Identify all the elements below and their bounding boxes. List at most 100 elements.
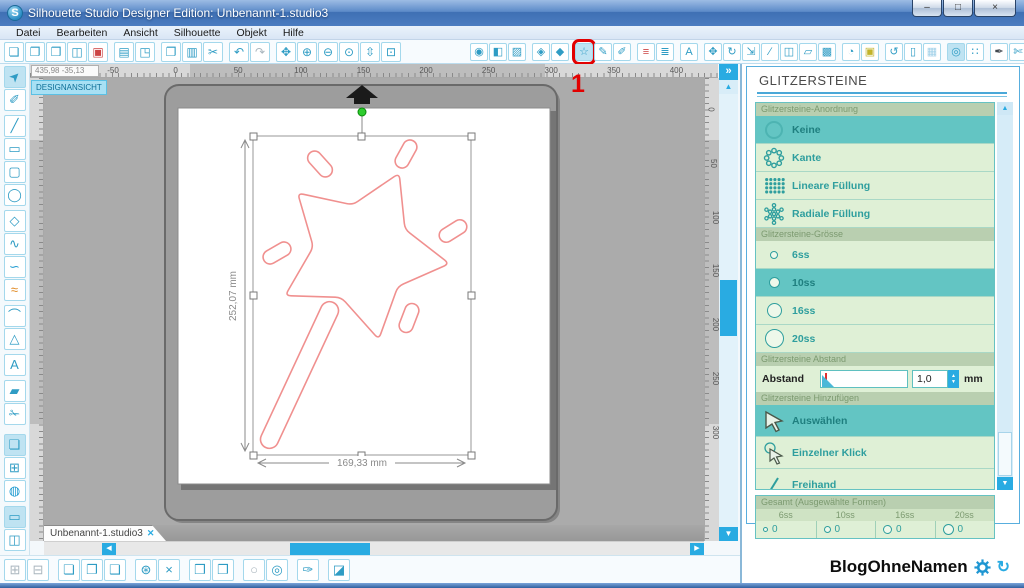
maximize-button[interactable]: □ — [943, 0, 973, 17]
line-color-button[interactable]: ≡ — [637, 43, 655, 61]
eyedropper-button[interactable]: ✑ — [297, 559, 319, 581]
arc-tool-button[interactable]: ⌒ — [4, 305, 26, 327]
slider-thumb-icon[interactable] — [822, 375, 834, 387]
fill-pattern-button[interactable]: ▨ — [508, 43, 526, 61]
arrangement-kante[interactable]: Kante — [756, 144, 994, 172]
polygon-tool-button[interactable]: ◇ — [4, 210, 26, 232]
transform-mirror-button[interactable]: ◫ — [780, 43, 798, 61]
spacing-stepper[interactable]: ▲ ▼ — [948, 370, 959, 388]
zoom-in-button[interactable]: ⊕ — [297, 42, 317, 62]
fill-gradient-button[interactable]: ◧ — [489, 43, 507, 61]
pattern-fill-button[interactable]: ▩ — [818, 43, 836, 61]
rotation-handle[interactable] — [358, 108, 366, 116]
line-style-button[interactable]: ≣ — [656, 43, 674, 61]
spacing-slider[interactable] — [820, 370, 908, 388]
library-view-button[interactable]: ⊞ — [4, 457, 26, 479]
menu-silhouette[interactable]: Silhouette — [166, 26, 229, 40]
zoom-selection-button[interactable]: ⊙ — [339, 42, 359, 62]
cut-edge-style-button[interactable]: ✐ — [613, 43, 631, 61]
page-color-button[interactable]: ▣ — [861, 43, 879, 61]
save-to-library-button[interactable]: ▣ — [88, 42, 108, 62]
ellipse-tool-button[interactable]: ◯ — [4, 184, 26, 206]
spacing-input[interactable]: 1,0 — [912, 370, 948, 388]
inverse-select-button[interactable]: ⊟ — [27, 559, 49, 581]
open-library-button[interactable]: ❒ — [46, 42, 66, 62]
menu-bearbeiten[interactable]: Bearbeiten — [49, 26, 116, 40]
line-tool-button[interactable]: ╱ — [4, 115, 26, 137]
cut-button[interactable]: ✂ — [203, 42, 223, 62]
vertical-scrollbar[interactable]: » ▲ ▼ — [719, 64, 738, 541]
store-view-button[interactable]: ◍ — [4, 480, 26, 502]
size-16ss[interactable]: 16ss — [756, 297, 994, 325]
text-style-button[interactable]: A — [680, 43, 698, 61]
arrangement-radial[interactable]: Radiale Füllung — [756, 200, 994, 228]
page-settings-button[interactable]: ▯ — [904, 43, 922, 61]
rounded-rectangle-tool-button[interactable]: ▢ — [4, 161, 26, 183]
transform-skew-button[interactable]: ∕ — [761, 43, 779, 61]
eraser-settings-button[interactable]: ✒ — [990, 43, 1008, 61]
transform-box-button[interactable]: ❏ — [58, 559, 80, 581]
select-tool-button[interactable]: ➤ — [4, 66, 26, 88]
group-button[interactable]: ❒ — [189, 559, 211, 581]
regular-polygon-tool-button[interactable]: △ — [4, 328, 26, 350]
menu-hilfe[interactable]: Hilfe — [275, 26, 312, 40]
zoom-out-button[interactable]: ⊖ — [318, 42, 338, 62]
menu-datei[interactable]: Datei — [8, 26, 49, 40]
arrangement-linear[interactable]: Lineare Füllung — [756, 172, 994, 200]
split-view-button[interactable]: ◫ — [4, 529, 26, 551]
zoom-drag-button[interactable]: ⇳ — [360, 42, 380, 62]
shadow-style-button[interactable]: ◈ — [532, 43, 550, 61]
text-tool-button[interactable]: A — [4, 354, 26, 376]
tab-close-icon[interactable]: ✕ — [147, 528, 155, 539]
document-tab[interactable]: Unbenannt-1.studio3 ✕ — [44, 525, 166, 541]
horizontal-scrollbar[interactable]: ◀ ▶ — [44, 541, 704, 555]
pixscan-button[interactable]: ∷ — [966, 43, 984, 61]
registration-marks-button[interactable]: ◎ — [947, 43, 965, 61]
size-10ss[interactable]: 10ss — [756, 269, 994, 297]
page-view-button[interactable]: ❏ — [4, 434, 26, 456]
send-to-silhouette-button[interactable]: ◳ — [135, 42, 155, 62]
fit-to-page-button[interactable]: ⊡ — [381, 42, 401, 62]
send-to-cut-button[interactable]: ✄ — [1009, 43, 1024, 61]
scroll-up-icon[interactable]: ▲ — [719, 80, 738, 94]
duplicate-button[interactable]: ❐ — [81, 559, 103, 581]
stamp-tool-button[interactable]: ◔ — [842, 43, 860, 61]
edit-points-tool-button[interactable]: ✐ — [4, 89, 26, 111]
select-all-button[interactable]: ⊞ — [4, 559, 26, 581]
menu-objekt[interactable]: Objekt — [228, 26, 274, 40]
redo-button[interactable]: ↷ — [250, 42, 270, 62]
close-button[interactable]: × — [974, 0, 1016, 17]
object-3d-button[interactable]: ◪ — [328, 559, 350, 581]
transform-shear-button[interactable]: ▱ — [799, 43, 817, 61]
smooth-freehand-tool-button[interactable]: ≈ — [4, 279, 26, 301]
size-6ss[interactable]: 6ss — [756, 241, 994, 269]
scroll-left-icon[interactable]: ◀ — [102, 543, 116, 555]
refresh-icon[interactable]: ↻ — [997, 557, 1010, 577]
design-canvas[interactable]: 252,07 mm 169,33 mm — [44, 78, 704, 525]
combine-button[interactable]: ○ — [243, 559, 265, 581]
panel-scrollbar[interactable]: ▲ ▼ — [997, 102, 1013, 490]
grid-settings-button[interactable]: ▦ — [923, 43, 941, 61]
menu-ansicht[interactable]: Ansicht — [115, 26, 165, 40]
print-button[interactable]: ▤ — [114, 42, 134, 62]
size-20ss[interactable]: 20ss — [756, 325, 994, 353]
knife-tool-button[interactable]: ✁ — [4, 403, 26, 425]
sketch-style-button[interactable]: ✎ — [594, 43, 612, 61]
rectangle-tool-button[interactable]: ▭ — [4, 138, 26, 160]
hscroll-thumb[interactable] — [290, 543, 370, 555]
stepper-down-icon[interactable]: ▼ — [951, 379, 956, 385]
target-button[interactable]: ◎ — [266, 559, 288, 581]
emboss-style-button[interactable]: ◆ — [551, 43, 569, 61]
transform-move-button[interactable]: ✥ — [704, 43, 722, 61]
curve-tool-button[interactable]: ∿ — [4, 233, 26, 255]
panel-expand-button[interactable]: » — [719, 64, 738, 80]
open-file-button[interactable]: ❐ — [25, 42, 45, 62]
freehand-tool-button[interactable]: ∽ — [4, 256, 26, 278]
vscroll-thumb[interactable] — [720, 280, 737, 336]
add-freehand[interactable]: Freihand — [756, 469, 994, 490]
bring-to-front-button[interactable]: ❑ — [104, 559, 126, 581]
scroll-down-icon[interactable]: ▼ — [719, 527, 738, 541]
scroll-right-icon[interactable]: ▶ — [690, 543, 704, 555]
panel-scroll-thumb[interactable] — [998, 432, 1012, 476]
copy-button[interactable]: ❐ — [161, 42, 181, 62]
